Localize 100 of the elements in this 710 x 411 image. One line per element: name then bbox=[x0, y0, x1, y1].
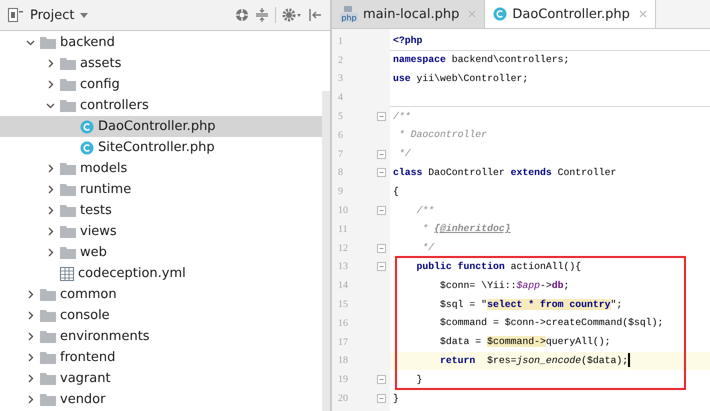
chevron-icon[interactable] bbox=[46, 59, 54, 68]
class-icon bbox=[80, 120, 94, 134]
chevron-icon[interactable] bbox=[26, 332, 34, 341]
tree-item[interactable]: tests bbox=[0, 200, 322, 221]
line-number: 14 bbox=[337, 280, 349, 292]
highlighted-code: select * from country bbox=[487, 298, 611, 310]
line-number: 16 bbox=[337, 318, 349, 329]
locate-icon[interactable] bbox=[235, 8, 249, 22]
tree-item[interactable]: controllers bbox=[0, 95, 322, 116]
fold-marker-icon[interactable] bbox=[376, 244, 386, 253]
dropdown-caret-icon[interactable] bbox=[80, 12, 88, 18]
collapse-all-icon[interactable] bbox=[255, 8, 269, 22]
text-cursor bbox=[628, 353, 630, 368]
code-line: } bbox=[416, 372, 424, 387]
tree-item[interactable]: runtime bbox=[0, 179, 322, 200]
tree-item[interactable]: codeception.yml bbox=[0, 263, 322, 284]
chevron-icon[interactable] bbox=[46, 227, 54, 236]
fold-marker-icon[interactable] bbox=[376, 262, 386, 272]
folder-icon bbox=[60, 162, 76, 175]
tree-item[interactable]: views bbox=[0, 221, 322, 242]
chevron-icon[interactable] bbox=[46, 206, 54, 215]
chevron-icon[interactable] bbox=[26, 38, 34, 47]
editor-tab[interactable]: php main-local.php bbox=[332, 0, 486, 28]
folder-icon bbox=[60, 57, 76, 70]
chevron-icon[interactable] bbox=[46, 164, 54, 173]
tree-item[interactable]: config bbox=[0, 74, 322, 95]
tree-item[interactable]: backend bbox=[0, 32, 322, 53]
tree-item[interactable]: vagrant bbox=[0, 368, 322, 389]
code-line: namespace backend\controllers; bbox=[392, 53, 570, 68]
settings-icon[interactable] bbox=[282, 8, 302, 22]
folder-icon bbox=[60, 246, 76, 259]
hide-panel-icon[interactable] bbox=[308, 8, 322, 22]
fold-marker-icon[interactable] bbox=[376, 150, 386, 159]
code-line: $conn= \Yii::$app->db; bbox=[439, 278, 570, 293]
line-number: 12 bbox=[337, 242, 349, 254]
chevron-icon[interactable] bbox=[46, 248, 54, 257]
tree-item[interactable]: frontend bbox=[0, 347, 322, 368]
fold-marker-icon[interactable] bbox=[376, 112, 386, 122]
folder-icon bbox=[60, 225, 76, 238]
line-number: 1 bbox=[337, 36, 344, 47]
tree-item[interactable]: models bbox=[0, 158, 322, 179]
line-number: 18 bbox=[337, 355, 349, 366]
chevron-icon[interactable] bbox=[46, 80, 54, 89]
highlighted-code: $command-> bbox=[487, 336, 546, 348]
tree-item[interactable]: DaoController.php bbox=[0, 116, 322, 137]
code-line: public function actionAll(){ bbox=[416, 260, 582, 274]
code-line: /** bbox=[392, 110, 412, 124]
table-file-icon bbox=[60, 266, 74, 280]
line-number: 20 bbox=[337, 393, 349, 404]
line-number: 7 bbox=[337, 148, 344, 160]
fold-marker-icon[interactable] bbox=[376, 394, 386, 404]
fold-marker-icon[interactable] bbox=[376, 206, 386, 216]
tree-item[interactable]: SiteController.php bbox=[0, 137, 322, 158]
tree-item[interactable]: assets bbox=[0, 53, 322, 74]
project-icon bbox=[8, 8, 24, 22]
folder-icon bbox=[40, 36, 56, 49]
line-number: 15 bbox=[337, 299, 349, 310]
fold-marker-icon[interactable] bbox=[376, 168, 386, 178]
folder-icon bbox=[60, 78, 76, 91]
code-line: * Daocontroller bbox=[398, 128, 488, 142]
code-line: } bbox=[392, 392, 400, 406]
code-line: * {@inheritdoc} bbox=[421, 222, 512, 236]
code-line: class DaoController extends Controller bbox=[392, 166, 618, 180]
code-text: queryAll(); bbox=[546, 336, 611, 348]
folder-icon bbox=[40, 372, 56, 385]
code-line: { bbox=[392, 184, 400, 199]
line-number: 19 bbox=[337, 374, 349, 386]
tree-item[interactable]: vendor bbox=[0, 389, 322, 410]
code-line: $command = $conn->createCommand($sql); bbox=[439, 316, 664, 330]
folder-icon bbox=[60, 99, 76, 112]
chevron-icon[interactable] bbox=[46, 185, 54, 194]
code-line: */ bbox=[421, 241, 436, 256]
tree-item[interactable]: web bbox=[0, 242, 322, 263]
toolbar-divider bbox=[275, 7, 276, 23]
chevron-icon[interactable] bbox=[26, 311, 34, 320]
tree-item[interactable]: environments bbox=[0, 326, 322, 347]
folder-icon bbox=[40, 330, 56, 343]
chevron-icon[interactable] bbox=[26, 353, 34, 362]
line-number: 13 bbox=[337, 261, 349, 272]
code-line: /** bbox=[416, 204, 436, 218]
line-number: 11 bbox=[337, 224, 349, 235]
tree-item[interactable]: console bbox=[0, 305, 322, 326]
chevron-icon[interactable] bbox=[26, 374, 34, 383]
folder-icon bbox=[60, 204, 76, 217]
scrollbar[interactable] bbox=[322, 91, 330, 411]
code-line: <?php bbox=[390, 32, 710, 51]
code-line: */ bbox=[398, 147, 412, 162]
chevron-icon[interactable] bbox=[26, 395, 34, 404]
chevron-icon[interactable] bbox=[46, 101, 54, 110]
fold-marker-icon[interactable] bbox=[376, 375, 386, 384]
code-text: $data = bbox=[439, 336, 482, 348]
line-number: 6 bbox=[337, 130, 344, 141]
chevron-icon[interactable] bbox=[26, 290, 34, 299]
folder-icon bbox=[40, 351, 56, 364]
line-number: 17 bbox=[337, 336, 349, 348]
panel-title[interactable]: Project bbox=[30, 8, 74, 22]
tree-item[interactable]: common bbox=[0, 284, 322, 305]
line-number: 4 bbox=[337, 92, 344, 104]
editor-tab[interactable]: DaoController.php bbox=[485, 0, 656, 28]
line-number: 9 bbox=[337, 186, 344, 198]
